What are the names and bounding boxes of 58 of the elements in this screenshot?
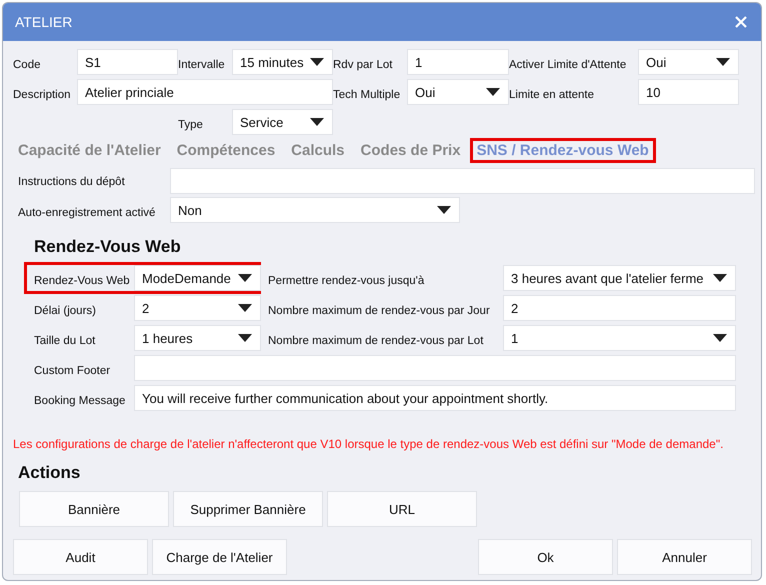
section-heading: Actions — [18, 463, 82, 483]
field-label: Intervalle — [178, 59, 226, 73]
field-label: Activer Limite d'Attente — [509, 59, 628, 73]
dropdown[interactable]: Service — [232, 109, 333, 135]
caret-icon — [310, 58, 324, 66]
field-label: Type — [178, 119, 204, 133]
input-field[interactable]: Atelier princiale — [77, 79, 333, 105]
input-field[interactable]: 1 — [407, 49, 509, 75]
field-label: Description — [13, 89, 72, 103]
field-label: Limite en attente — [509, 89, 596, 103]
input-field[interactable] — [170, 168, 755, 194]
input-field[interactable]: 10 — [638, 79, 739, 105]
warning-message: Les configurations de charge de l'atelier n'affecteront que V10 lorsque le type de rendez-vous Web est défini sur "Mode de demande". — [13, 437, 724, 451]
dropdown[interactable]: ModeDemande — [134, 265, 261, 291]
field-label: Booking Message — [34, 395, 126, 409]
dropdown[interactable]: 2 — [134, 295, 261, 321]
caret-icon — [437, 206, 451, 214]
button[interactable]: Ok — [478, 539, 613, 575]
caret-icon — [238, 334, 252, 342]
dropdown[interactable]: 1 heures — [134, 325, 261, 351]
caret-icon — [238, 274, 252, 282]
caret-icon — [716, 58, 730, 66]
input-field[interactable]: 2 — [503, 295, 736, 321]
field-label: Instructions du dépôt — [18, 176, 126, 190]
button[interactable]: Supprimer Bannière — [173, 491, 323, 527]
input-field[interactable] — [134, 355, 736, 381]
dropdown[interactable]: Non — [170, 197, 460, 223]
field-label: Rendez-Vous Web — [34, 274, 131, 287]
caret-icon — [713, 274, 727, 282]
field-label: Permettre rendez-vous jusqu'à — [268, 275, 426, 289]
field-label: Tech Multiple — [333, 89, 402, 103]
button[interactable]: URL — [327, 491, 477, 527]
button[interactable]: Bannière — [19, 491, 169, 527]
dropdown[interactable]: Oui — [638, 49, 739, 75]
window-title: ATELIER — [15, 14, 72, 30]
caret-icon — [486, 88, 500, 96]
dropdown[interactable]: 3 heures avant que l'atelier ferme — [503, 265, 736, 291]
field-label: Code — [13, 59, 42, 73]
section-heading: Rendez-Vous Web — [34, 237, 182, 257]
field-label: Custom Footer — [34, 365, 112, 379]
close-icon[interactable] — [735, 16, 747, 28]
caret-icon — [713, 334, 727, 342]
field-label: Délai (jours) — [34, 304, 97, 317]
dropdown[interactable]: 1 — [503, 325, 736, 351]
field-label: Auto-enregistrement activé — [18, 207, 156, 221]
input-field[interactable]: S1 — [77, 49, 178, 75]
dropdown[interactable]: 15 minutes — [232, 49, 333, 75]
field-label: Rdv par Lot — [333, 59, 394, 73]
caret-icon — [238, 304, 252, 312]
field-label: Nombre maximum de rendez-vous par Jour — [268, 305, 491, 319]
button[interactable]: Annuler — [617, 539, 752, 575]
field-label: Taille du Lot — [34, 334, 96, 347]
dropdown[interactable]: Oui — [407, 79, 509, 105]
field-label: Nombre maximum de rendez-vous par Lot — [268, 335, 484, 349]
button[interactable]: Charge de l'Atelier — [152, 539, 287, 575]
button[interactable]: Audit — [13, 539, 148, 575]
input-field[interactable]: You will receive further communication about your appointment shortly. — [134, 385, 736, 411]
caret-icon — [310, 118, 324, 126]
